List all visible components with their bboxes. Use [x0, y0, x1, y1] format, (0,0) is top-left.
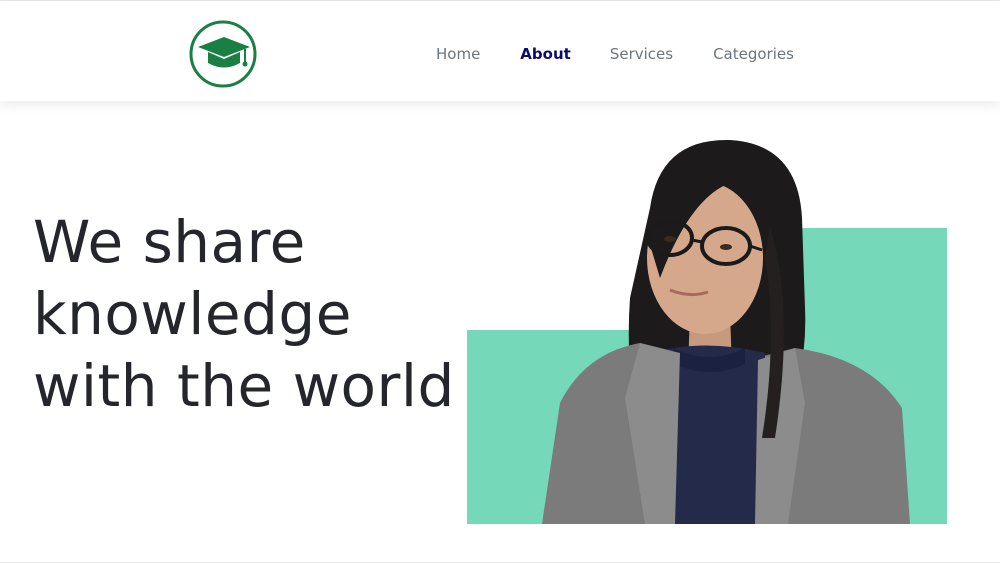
hero-person-image [530, 138, 930, 524]
hero-title-line-3: with the world [33, 352, 455, 420]
nav-categories-link[interactable]: Categories [713, 45, 794, 65]
graduation-cap-icon [189, 20, 257, 88]
hero-title-line-1: We share [33, 208, 306, 276]
main-nav: Home About Services Categories [436, 45, 794, 65]
nav-services-link[interactable]: Services [610, 45, 673, 65]
logo[interactable] [188, 19, 258, 89]
nav-home-link[interactable]: Home [436, 45, 480, 65]
nav-about-link[interactable]: About [520, 45, 571, 65]
bottom-divider [0, 562, 1000, 563]
site-header: Home About Services Categories [0, 1, 1000, 101]
hero-title-line-2: knowledge [33, 280, 352, 348]
hero-title: We share knowledge with the world [33, 206, 463, 422]
